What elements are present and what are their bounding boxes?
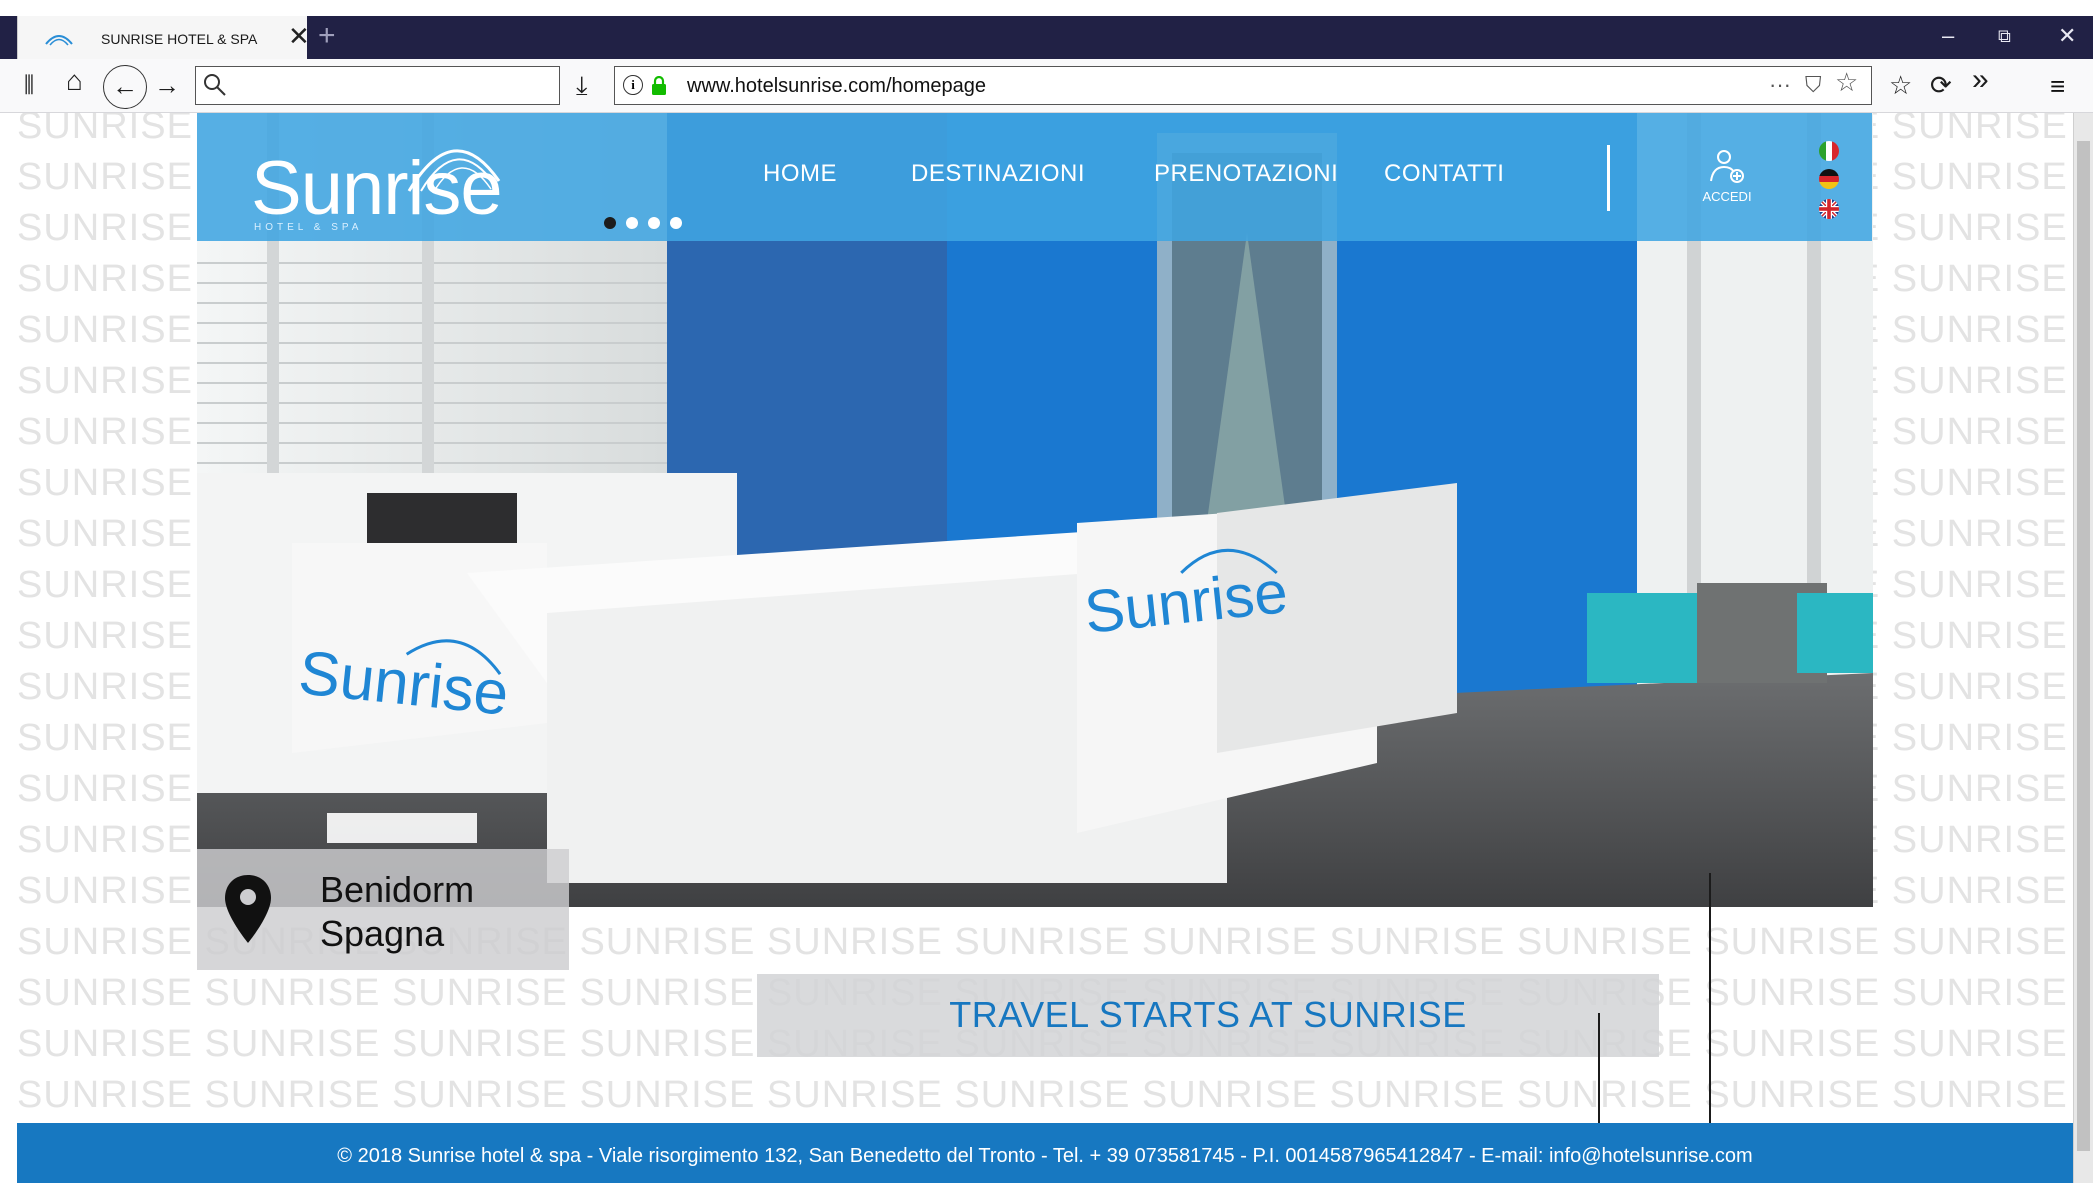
tab-close-icon[interactable]: ✕ (288, 22, 310, 50)
location-country: Spagna (320, 913, 445, 954)
nav-home[interactable]: HOME (763, 160, 837, 188)
nav-prenotazioni[interactable]: PRENOTAZIONI (1154, 160, 1338, 188)
carousel-dot[interactable] (648, 217, 660, 229)
footer-text: © 2018 Sunrise hotel & spa - Viale risor… (337, 1145, 1753, 1167)
location-city: Benidorm (320, 869, 475, 910)
address-bar[interactable]: i www.hotelsunrise.com/homepage ··· ⛉ ☆ (614, 66, 1872, 105)
site-info-icon[interactable]: i (623, 75, 643, 95)
carousel-dot[interactable] (670, 217, 682, 229)
reload-icon[interactable]: ⟳ (1930, 71, 1952, 99)
url-text[interactable]: www.hotelsunrise.com/homepage (687, 75, 986, 98)
carousel-dot[interactable] (626, 217, 638, 229)
bookmark-star-icon[interactable]: ☆ (1835, 68, 1858, 96)
download-icon[interactable]: ⤓ (576, 71, 588, 99)
login-label: ACCEDI (1702, 189, 1752, 204)
restore-icon[interactable]: ⧉ (1998, 24, 2011, 48)
login-button[interactable]: ACCEDI (1692, 147, 1762, 207)
add-user-icon (1710, 150, 1744, 183)
site-footer: © 2018 Sunrise hotel & spa - Viale risor… (17, 1123, 2073, 1183)
carousel-dot[interactable] (604, 217, 616, 229)
web-page: SUNRISE SUNRISE SUNRISE SUNRISE SUNRISE … (17, 113, 2073, 1183)
new-tab-icon[interactable]: + (318, 20, 336, 52)
page-actions-icon[interactable]: ··· (1769, 71, 1791, 99)
page-scrollbar[interactable] (2073, 113, 2093, 1183)
sunrise-logo[interactable]: Sunrise HOTEL & SPA (251, 121, 521, 233)
tab-title: SUNRISE HOTEL & SPA (101, 31, 258, 47)
brand-subtitle: HOTEL & SPA (254, 222, 363, 233)
tagline-banner: TRAVEL STARTS AT SUNRISE (757, 974, 1659, 1057)
flag-germany-icon[interactable] (1819, 169, 1839, 189)
nav-contatti[interactable]: CONTATTI (1384, 160, 1504, 188)
nav-divider (1607, 145, 1610, 211)
brand-name: Sunrise (251, 146, 503, 231)
minimize-icon[interactable]: – (1942, 24, 1954, 48)
search-field[interactable] (195, 66, 560, 105)
window-close-icon[interactable]: ✕ (2058, 24, 2076, 48)
map-pin-icon (225, 875, 271, 943)
bookmarks-icon[interactable]: ☆ (1889, 71, 1912, 99)
scrollbar-thumb[interactable] (2077, 141, 2090, 1151)
hamburger-menu-icon[interactable]: ≡ (2050, 72, 2065, 100)
forward-icon[interactable]: → (154, 71, 180, 99)
browser-tab-bar: SUNRISE HOTEL & SPA ✕ + – ⧉ ✕ (0, 16, 2093, 59)
watermark-row: SUNRISE SUNRISE SUNRISE SUNRISE SUNRISE … (17, 1074, 2073, 1116)
home-icon[interactable]: ⌂ (66, 67, 83, 95)
library-icon[interactable]: ⫼ (24, 71, 34, 99)
location-card: Benidorm Spagna (197, 849, 569, 970)
sunrise-favicon-icon (45, 35, 73, 46)
search-input[interactable] (230, 71, 550, 99)
flag-uk-icon[interactable] (1819, 199, 1839, 219)
pocket-icon[interactable]: ⛉ (1805, 71, 1822, 99)
carousel-indicators (604, 216, 692, 234)
nav-destinazioni[interactable]: DESTINAZIONI (911, 160, 1085, 188)
lock-icon (652, 76, 666, 95)
search-icon (204, 74, 226, 96)
browser-toolbar: ⫼ ⌂ ← → ⤓ i www.hotelsunrise.com/homepag… (0, 59, 2093, 113)
flag-italy-icon[interactable] (1819, 141, 1839, 161)
site-navbar: Sunrise HOTEL & SPA HOME DESTINAZIONI PR… (197, 113, 1872, 241)
overflow-icon[interactable]: » (1972, 65, 1989, 95)
back-icon[interactable]: ← (103, 65, 147, 109)
tagline-text: TRAVEL STARTS AT SUNRISE (949, 994, 1467, 1035)
browser-tab[interactable]: SUNRISE HOTEL & SPA ✕ (17, 16, 310, 59)
